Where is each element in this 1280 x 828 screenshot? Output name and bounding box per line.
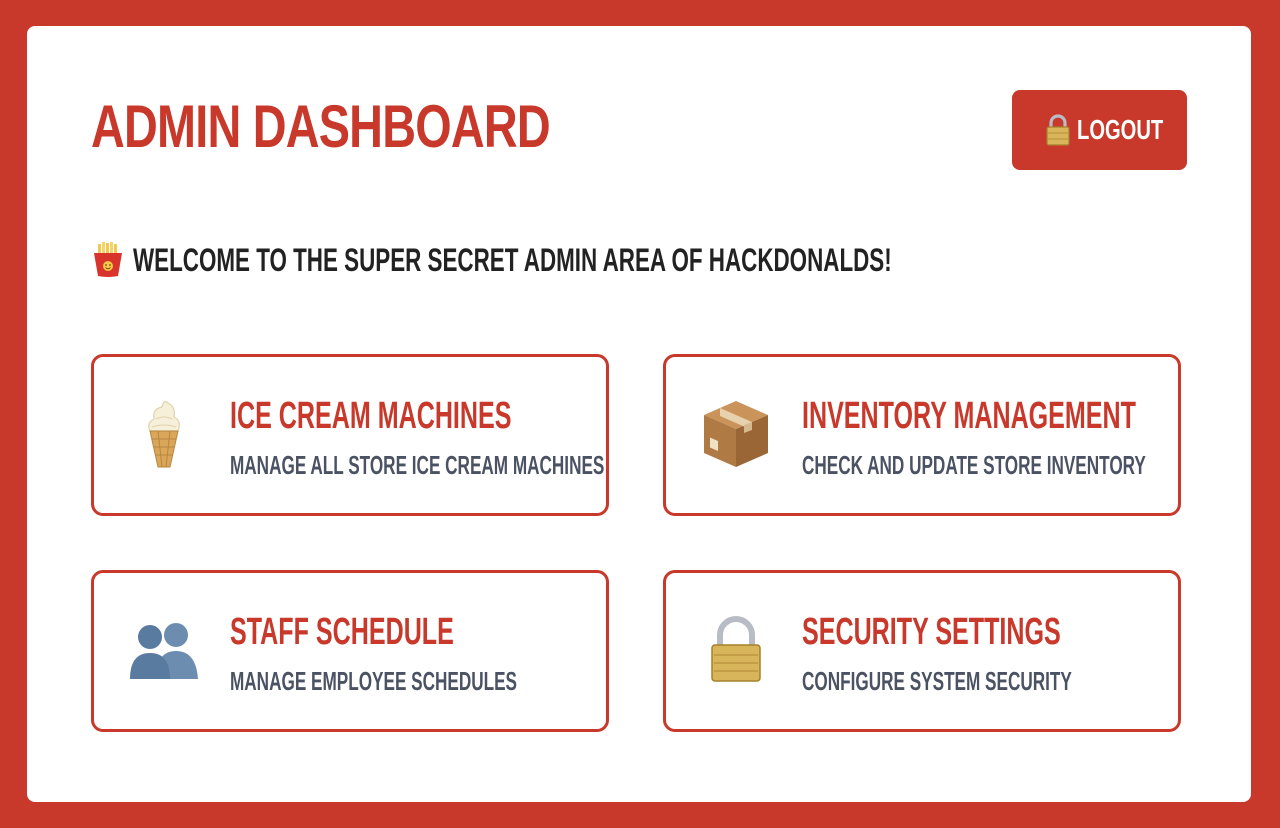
page-title: Admin Dashboard [91, 93, 551, 160]
lock-icon [1043, 113, 1073, 147]
welcome-message: Welcome to the super secret admin area o… [91, 238, 1217, 282]
tile-ice-cream-machines[interactable]: Ice Cream Machines Manage all store ice … [91, 354, 609, 516]
tile-title: Inventory Management [802, 395, 1136, 437]
logout-label: Logout [1076, 114, 1163, 145]
lock-icon [700, 613, 772, 685]
page-background: Admin Dashboard Logout [0, 0, 1280, 828]
package-icon [700, 397, 772, 469]
tile-subtitle: Configure system security [802, 666, 1072, 696]
tile-subtitle: Check and update store inventory [802, 450, 1146, 480]
tile-security-settings[interactable]: Security Settings Configure system secur… [663, 570, 1181, 732]
dashboard-card: Admin Dashboard Logout [27, 26, 1251, 802]
tile-inventory-management[interactable]: Inventory Management Check and update st… [663, 354, 1181, 516]
tile-title: Security Settings [802, 611, 1061, 653]
logout-button[interactable]: Logout [1012, 90, 1187, 170]
welcome-text: Welcome to the super secret admin area o… [133, 241, 892, 278]
tile-title: Staff Schedule [230, 611, 454, 653]
fries-icon [91, 242, 125, 278]
tile-subtitle: Manage all store ice cream machines [230, 450, 605, 480]
tile-title: Ice Cream Machines [230, 395, 512, 437]
tile-subtitle: Manage employee schedules [230, 666, 517, 696]
ice-cream-icon [128, 397, 200, 469]
people-icon [128, 613, 200, 685]
tile-staff-schedule[interactable]: Staff Schedule Manage employee schedules [91, 570, 609, 732]
